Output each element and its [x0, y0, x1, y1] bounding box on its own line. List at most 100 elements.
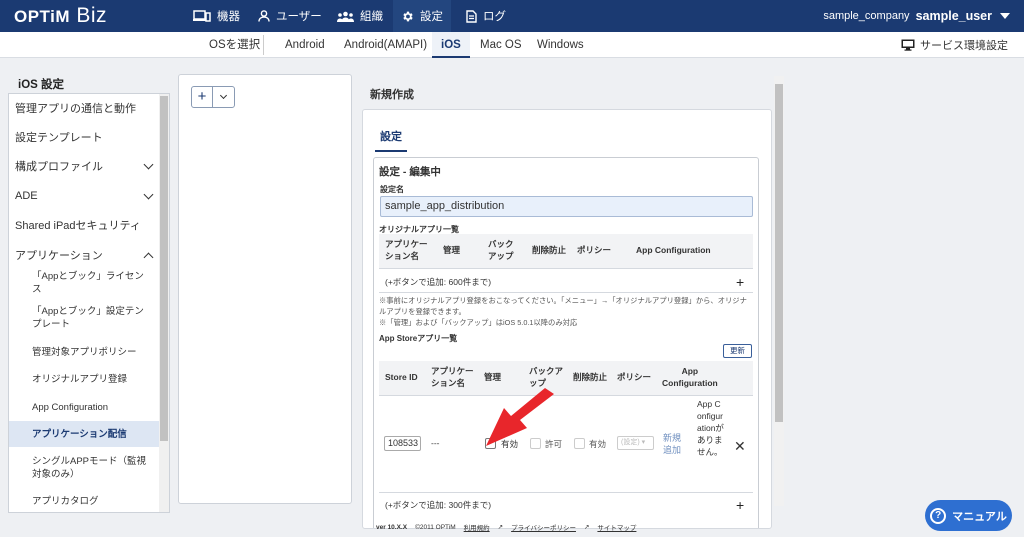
col-app-name: アプリケー ション名	[385, 239, 428, 261]
main-scrollbar[interactable]	[774, 76, 784, 506]
sidebar-item-config-profile[interactable]: 構成プロファイル	[9, 152, 160, 180]
sidebar-item-ade[interactable]: ADE	[9, 182, 160, 210]
edit-title: 設定 - 編集中	[379, 166, 441, 178]
log-icon	[466, 9, 477, 23]
monitor-icon	[901, 39, 915, 51]
divider	[379, 292, 753, 293]
col-manage: 管理	[443, 245, 461, 255]
terms-link[interactable]: 利用規約	[464, 522, 490, 532]
col-manage: 管理	[484, 372, 502, 382]
tab-windows[interactable]: Windows	[537, 32, 584, 58]
sidebar-item-apps-books-template[interactable]: 「Appとブック」設定テンプレート	[9, 300, 160, 336]
appstore-list-title: App Storeアプリ一覧	[379, 334, 458, 343]
gear-icon	[403, 11, 413, 21]
external-link-icon: ↗	[583, 524, 590, 531]
nav-organization[interactable]: 組織	[329, 0, 391, 32]
device-icon	[193, 10, 211, 22]
sidebar-item-app-catalog[interactable]: アプリカタログ	[9, 488, 160, 512]
sidebar-item-apps-books-license[interactable]: 「Appとブック」ライセンス	[9, 270, 160, 296]
tab-android[interactable]: Android	[285, 32, 325, 58]
sidebar-item-shared-ipad[interactable]: Shared iPadセキュリティ	[9, 211, 160, 239]
chevron-down-icon	[143, 189, 154, 199]
nav-logs[interactable]: ログ	[458, 0, 514, 32]
privacy-link[interactable]: プライバシーポリシー	[511, 522, 576, 532]
col-app-config: App Configuration	[662, 366, 718, 388]
original-note-2: ※「管理」および「バックアップ」はiOS 5.0.1以降のみ対応	[379, 318, 578, 327]
sidebar-item-app-communication[interactable]: 管理アプリの通信と動作	[9, 94, 160, 122]
sidebar-item-app-configuration[interactable]: App Configuration	[9, 394, 160, 420]
policy-new-link[interactable]: 新規 追加	[663, 432, 681, 456]
sidebar-title: iOS 設定	[18, 79, 65, 91]
divider	[379, 492, 753, 493]
new-create-title: 新規作成	[370, 89, 414, 101]
add-button-group: +	[191, 86, 235, 108]
nav-users[interactable]: ユーザー	[250, 0, 330, 32]
footer: ver 10.X.X ©2011 OPTiM 利用規約 ↗ プライバシーポリシー ↗…	[376, 522, 636, 533]
sidebar-item-single-app-mode[interactable]: シングルAPPモード（監視対象のみ）	[9, 451, 160, 485]
sidebar-item-app-distribution[interactable]: アプリケーション配信	[9, 421, 160, 447]
chevron-down-icon	[219, 91, 228, 100]
col-delete-protect: 削除防止	[573, 372, 608, 382]
chevron-down-icon	[143, 159, 154, 169]
divider	[379, 395, 753, 396]
col-backup: バックア ップ	[529, 366, 564, 388]
setting-name-input[interactable]: sample_app_distribution	[380, 196, 753, 217]
scrollbar-thumb[interactable]	[775, 84, 783, 422]
nav-settings[interactable]: 設定	[393, 0, 451, 32]
service-settings-link[interactable]: サービス環境設定	[901, 32, 1008, 58]
top-navigation-bar: OPTiM Biz 機器 ユーザー 組織 設定 ログ sample_compan…	[0, 0, 1024, 32]
sidebar-item-applications[interactable]: アプリケーション	[9, 241, 160, 269]
col-app-name: アプリケー ション名	[431, 366, 474, 388]
col-backup: バック アップ	[488, 239, 514, 261]
sidebar-scrollbar[interactable]	[159, 94, 169, 512]
policy-select[interactable]: (設定) ▾	[617, 436, 654, 450]
sitemap-link[interactable]: サイトマップ	[597, 522, 636, 532]
manual-button[interactable]: ? マニュアル	[925, 500, 1012, 531]
caret-down-icon	[1000, 13, 1010, 19]
group-icon	[337, 11, 354, 22]
add-button[interactable]: +	[192, 87, 213, 107]
copyright-text: ©2011 OPTiM	[415, 523, 456, 531]
divider	[263, 35, 264, 55]
sidebar-item-managed-app-policy[interactable]: 管理対象アプリポリシー	[9, 339, 160, 365]
add-dropdown-button[interactable]	[213, 87, 234, 107]
update-button[interactable]: 更新	[723, 344, 752, 358]
scrollbar-thumb[interactable]	[160, 96, 168, 441]
red-arrow-icon	[486, 388, 554, 446]
optim-biz-logo[interactable]: OPTiM Biz	[14, 4, 107, 28]
col-policy: ポリシー	[577, 245, 612, 255]
delete-protect-checkbox[interactable]	[574, 438, 585, 449]
settings-sidebar: 管理アプリの通信と動作 設定テンプレート 構成プロファイル ADE Shared…	[8, 93, 170, 513]
question-icon: ?	[930, 507, 947, 524]
chevron-up-icon	[143, 252, 154, 262]
appstore-add-hint: (+ボタンで追加: 300件まで)	[385, 500, 492, 510]
add-appstore-app-button[interactable]: +	[736, 498, 744, 512]
col-app-config: App Configuration	[636, 245, 711, 255]
delete-protect-label: 有効	[589, 439, 607, 449]
company-name: sample_company	[823, 10, 910, 22]
tab-android-amapi[interactable]: Android(AMAPI)	[344, 32, 427, 58]
tab-settings[interactable]: 設定	[375, 122, 407, 152]
settings-card: 設定 設定 - 編集中 設定名 sample_app_distribution …	[362, 109, 772, 529]
col-delete-protect: 削除防止	[532, 245, 567, 255]
close-icon[interactable]: ✕	[734, 438, 746, 455]
account-menu[interactable]: sample_company sample_user	[823, 0, 1010, 32]
app-name-value: ---	[431, 438, 440, 448]
original-note-1: ※事前にオリジナルアプリ登録をおこなってください。「メニュー」→「オリジナルアプ…	[379, 296, 747, 316]
user-name: sample_user	[915, 9, 992, 23]
col-policy: ポリシー	[617, 372, 652, 382]
sidebar-item-setting-template[interactable]: 設定テンプレート	[9, 123, 160, 151]
divider	[379, 268, 753, 269]
external-link-icon: ↗	[497, 524, 504, 531]
version-text: ver 10.X.X	[376, 523, 408, 531]
nav-devices[interactable]: 機器	[185, 0, 248, 32]
col-store-id: Store ID	[385, 372, 418, 382]
original-add-hint: (+ボタンで追加: 600件まで)	[385, 277, 492, 287]
store-id-field[interactable]: 108533	[384, 436, 421, 451]
os-selector-bar: OSを選択 Android Android(AMAPI) iOS Mac OS …	[0, 32, 1024, 58]
add-original-app-button[interactable]: +	[736, 275, 744, 289]
sidebar-item-original-app[interactable]: オリジナルアプリ登録	[9, 366, 160, 392]
tab-ios[interactable]: iOS	[432, 32, 470, 58]
app-config-message: App Configurationがありません。	[697, 399, 724, 457]
tab-macos[interactable]: Mac OS	[480, 32, 522, 58]
